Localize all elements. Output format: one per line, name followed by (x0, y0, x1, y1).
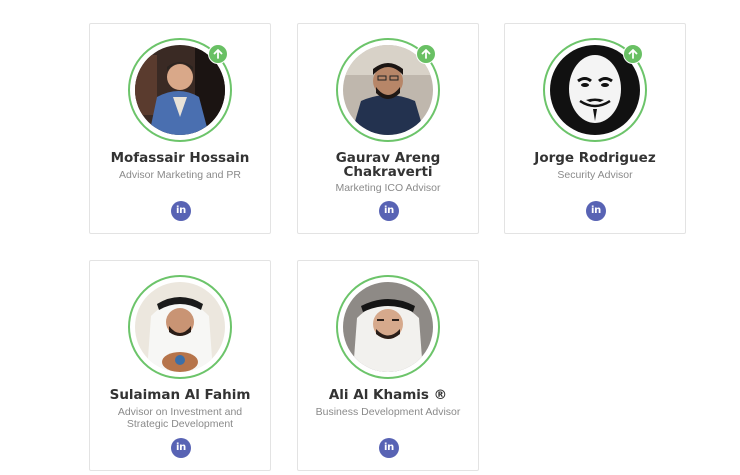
member-role: Marketing ICO Advisor (335, 182, 441, 194)
linkedin-icon[interactable]: in (171, 201, 191, 221)
member-role: Advisor on Investment and Strategic Deve… (117, 406, 243, 430)
avatar (343, 282, 433, 372)
member-role: Advisor Marketing and PR (119, 169, 241, 181)
member-role: Security Advisor (557, 169, 633, 181)
up-arrow-icon (623, 44, 643, 64)
team-card: Sulaiman Al Fahim Advisor on Investment … (89, 260, 271, 471)
member-name: Gaurav Areng Chakraverti (335, 150, 441, 180)
avatar-ring (336, 275, 440, 379)
member-name: Mofassair Hossain (110, 150, 250, 166)
avatar (135, 282, 225, 372)
member-name: Sulaiman Al Fahim (109, 387, 251, 403)
member-name: Ali Al Khamis ® (328, 387, 448, 403)
team-card: Mofassair Hossain Advisor Marketing and … (89, 23, 271, 234)
linkedin-icon[interactable]: in (586, 201, 606, 221)
linkedin-icon[interactable]: in (171, 438, 191, 458)
avatar-ring (128, 275, 232, 379)
team-card: Jorge Rodriguez Security Advisor in (504, 23, 686, 234)
up-arrow-icon (416, 44, 436, 64)
member-role: Business Development Advisor (315, 406, 461, 418)
linkedin-icon[interactable]: in (379, 438, 399, 458)
team-card: Ali Al Khamis ® Business Development Adv… (297, 260, 479, 471)
linkedin-icon[interactable]: in (379, 201, 399, 221)
member-name: Jorge Rodriguez (534, 150, 656, 166)
team-card: Gaurav Areng Chakraverti Marketing ICO A… (297, 23, 479, 234)
up-arrow-icon (208, 44, 228, 64)
